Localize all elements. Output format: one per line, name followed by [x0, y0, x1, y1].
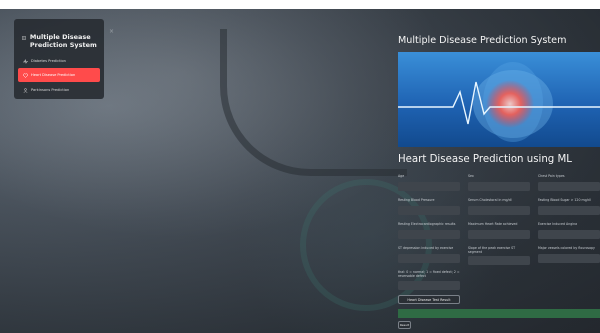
result-button[interactable]: Result — [398, 321, 411, 329]
field-label-fasting-sugar: Fasting Blood Sugar > 120 mg/dl — [538, 198, 591, 202]
field-label-st-depression: ST depression induced by exercise — [398, 246, 454, 250]
result-message-bar — [398, 309, 600, 318]
field-label-thal: thal: 0 = normal; 1 = fixed defect; 2 = … — [398, 270, 460, 278]
st-slope-input[interactable] — [468, 256, 530, 265]
max-heart-rate-input[interactable] — [468, 230, 530, 239]
section-title: Heart Disease Prediction using ML — [398, 154, 572, 165]
field-label-cholesterol: Serum Cholestoral in mg/dl — [468, 198, 512, 202]
sex-input[interactable] — [468, 182, 530, 191]
field-label-resting-bp: Resting Blood Pressure — [398, 198, 435, 202]
sidebar-item-label: Diabetes Prediction — [31, 58, 66, 63]
main-content: Multiple Disease Prediction System Heart… — [393, 27, 600, 333]
field-label-st-slope: Slope of the peak exercise ST segment — [468, 246, 516, 254]
cholesterol-input[interactable] — [468, 206, 530, 215]
field-label-resting-ecg: Resting Electrocardiographic results — [398, 222, 456, 226]
field-label-angina: Exercise Induced Angina — [538, 222, 578, 226]
st-depression-input[interactable] — [398, 254, 460, 263]
age-input[interactable] — [398, 182, 460, 191]
menu-header: Multiple Disease Prediction System — [22, 33, 102, 49]
field-label-sex: Sex — [468, 174, 474, 178]
field-label-major-vessels: Major vessels colored by flourosopy — [538, 246, 595, 250]
sidebar-item-heart-disease[interactable]: Heart Disease Prediction — [18, 68, 100, 82]
field-label-age: Age — [398, 174, 405, 178]
close-icon[interactable]: × — [109, 28, 114, 35]
fasting-sugar-input[interactable] — [538, 206, 600, 215]
major-vessels-input[interactable] — [538, 254, 600, 263]
resting-bp-input[interactable] — [398, 206, 460, 215]
heart-test-result-button[interactable]: Heart Disease Test Result — [398, 295, 460, 304]
activity-icon — [23, 58, 28, 64]
sidebar-item-label: Heart Disease Prediction — [31, 72, 76, 77]
sidebar-menu: × Multiple Disease Prediction System Dia… — [14, 19, 114, 99]
book-icon — [22, 36, 26, 40]
thal-input[interactable] — [398, 281, 460, 290]
sidebar-item-label: Parkinsons Prediction — [31, 87, 70, 92]
heart-illustration — [398, 62, 600, 142]
resting-ecg-input[interactable] — [398, 230, 460, 239]
field-label-chest-pain: Chest Pain types — [538, 174, 565, 178]
sidebar-item-parkinsons[interactable]: Parkinsons Prediction — [18, 86, 100, 94]
chest-pain-input[interactable] — [538, 182, 600, 191]
page-title: Multiple Disease Prediction System — [398, 35, 567, 46]
field-label-max-heart-rate: Maximum Heart Rate achieved — [468, 222, 518, 226]
sidebar-item-diabetes[interactable]: Diabetes Prediction — [18, 57, 100, 65]
person-icon — [23, 87, 28, 93]
heart-icon — [23, 72, 28, 78]
menu-title: Multiple Disease Prediction System — [29, 33, 97, 49]
angina-input[interactable] — [538, 230, 600, 239]
heart-banner-image — [398, 52, 600, 147]
